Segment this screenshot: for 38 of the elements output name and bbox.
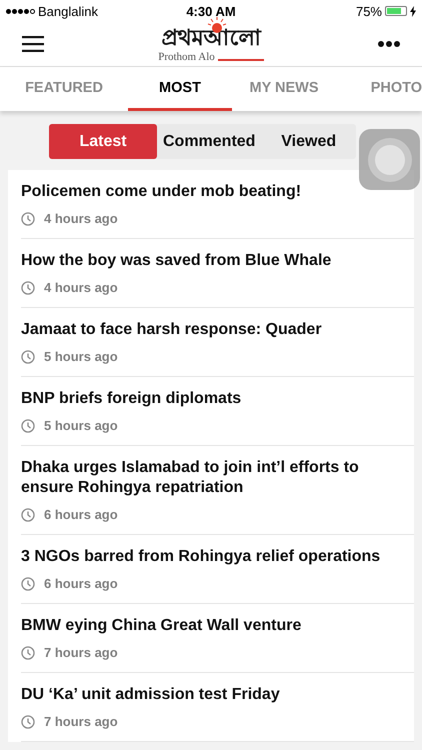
carrier-name: Banglalink <box>38 4 98 18</box>
article-title[interactable]: BNP briefs foreign diplomats <box>21 389 404 409</box>
article-title[interactable]: Jamaat to face harsh response: Quader <box>21 320 404 340</box>
battery-icon <box>385 6 407 16</box>
article-title[interactable]: Policemen come under mob beating! <box>21 182 404 202</box>
logo-text: প্রথমআলো <box>161 25 260 51</box>
article-title[interactable]: BMW eying China Great Wall venture <box>21 616 404 636</box>
segment-tab[interactable]: Commented <box>157 124 262 159</box>
article-time: 5 hours ago <box>44 418 118 433</box>
segment-tab[interactable]: Viewed <box>261 124 356 159</box>
article-time: 6 hours ago <box>44 576 118 591</box>
menu-icon[interactable] <box>22 36 44 52</box>
article-time: 7 hours ago <box>44 645 118 660</box>
article-time: 4 hours ago <box>44 280 118 295</box>
logo-subtitle: Prothom Alo <box>158 51 215 63</box>
clock-icon <box>21 714 35 728</box>
article-time: 6 hours ago <box>44 507 118 522</box>
signal-icon <box>6 8 35 14</box>
status-time: 4:30 AM <box>186 4 236 18</box>
category-tab[interactable]: MOST <box>128 67 232 111</box>
clock-icon <box>21 646 35 660</box>
article-title[interactable]: How the boy was saved from Blue Whale <box>21 251 404 271</box>
article-time: 4 hours ago <box>44 211 118 226</box>
article-title[interactable]: Dhaka urges Islamabad to join int’l efforts to ensure Rohingya repatriation <box>21 458 404 498</box>
clock-icon <box>21 418 35 432</box>
article-time: 7 hours ago <box>44 714 118 729</box>
article-title[interactable]: 3 NGOs barred from Rohingya relief operations <box>21 547 404 567</box>
clock-icon <box>21 212 35 226</box>
clock-icon <box>21 280 35 294</box>
more-icon[interactable] <box>378 41 400 47</box>
clock-icon <box>21 576 35 590</box>
battery-percent: 75% <box>356 4 382 18</box>
clock-icon <box>21 508 35 522</box>
clock-icon <box>21 350 35 364</box>
article-title[interactable]: DU ‘Ka’ unit admission test Friday <box>21 685 404 705</box>
article-time: 5 hours ago <box>44 349 118 364</box>
charging-icon <box>410 6 416 16</box>
segment-tab[interactable]: Latest <box>49 124 157 159</box>
